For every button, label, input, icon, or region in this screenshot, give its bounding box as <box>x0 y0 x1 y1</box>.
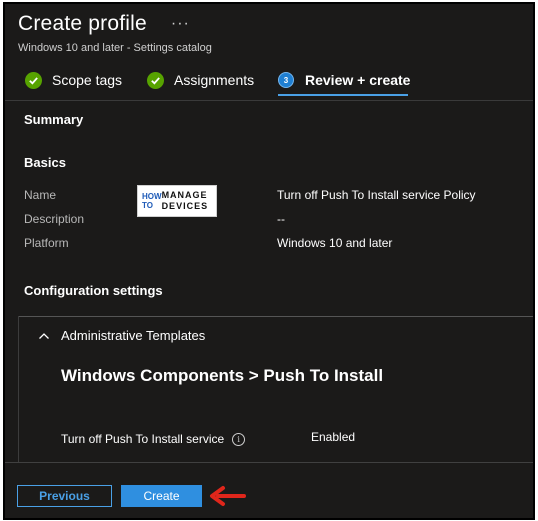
summary-heading: Summary <box>24 112 84 127</box>
create-button[interactable]: Create <box>121 485 202 507</box>
setting-row: Turn off Push To Install service i <box>61 432 246 446</box>
name-value: Turn off Push To Install service Policy <box>277 188 476 202</box>
divider <box>5 100 533 101</box>
checkmark-icon <box>25 71 42 89</box>
basics-heading: Basics <box>24 155 66 170</box>
platform-label: Platform <box>24 236 69 250</box>
platform-value: Windows 10 and later <box>277 236 393 250</box>
name-label: Name <box>24 188 57 202</box>
logo-text-how: HOW TO <box>142 192 162 210</box>
wizard-steps: Scope tags Assignments 3 Review + create <box>25 68 525 98</box>
step-assignments[interactable]: Assignments <box>147 68 254 92</box>
red-arrow-icon <box>210 486 246 506</box>
more-options-button[interactable]: ··· <box>171 15 190 33</box>
step-label: Scope tags <box>52 72 123 88</box>
logo-text-manage: MANAGE DEVICES <box>161 190 209 211</box>
page-title: Create profile <box>18 12 147 35</box>
setting-label: Turn off Push To Install service <box>61 432 225 446</box>
divider <box>18 316 19 464</box>
active-step-indicator <box>278 94 408 96</box>
create-profile-panel: Create profile ··· Windows 10 and later … <box>3 2 535 520</box>
description-value: -- <box>277 212 285 226</box>
footer-bar: Previous Create <box>5 462 533 518</box>
divider <box>18 316 533 317</box>
chevron-up-icon[interactable] <box>38 330 50 342</box>
description-label: Description <box>24 212 85 226</box>
step-scope-tags[interactable]: Scope tags <box>25 68 122 92</box>
category-heading: Windows Components > Push To Install <box>61 366 384 385</box>
watermark-logo: HOW TO MANAGE DEVICES <box>137 185 217 217</box>
checkmark-icon <box>147 71 164 89</box>
title-row: Create profile ··· <box>18 12 190 36</box>
step-number-icon: 3 <box>278 72 294 88</box>
configuration-heading: Configuration settings <box>24 283 163 298</box>
previous-button[interactable]: Previous <box>17 485 112 507</box>
page-subtitle: Windows 10 and later - Settings catalog <box>18 42 212 54</box>
setting-value: Enabled <box>311 430 356 444</box>
administrative-templates-group[interactable]: Administrative Templates <box>61 328 205 343</box>
step-review-create[interactable]: 3 Review + create <box>278 68 410 92</box>
step-label: Review + create <box>305 72 411 88</box>
step-label: Assignments <box>174 72 255 88</box>
info-icon[interactable]: i <box>232 432 246 446</box>
